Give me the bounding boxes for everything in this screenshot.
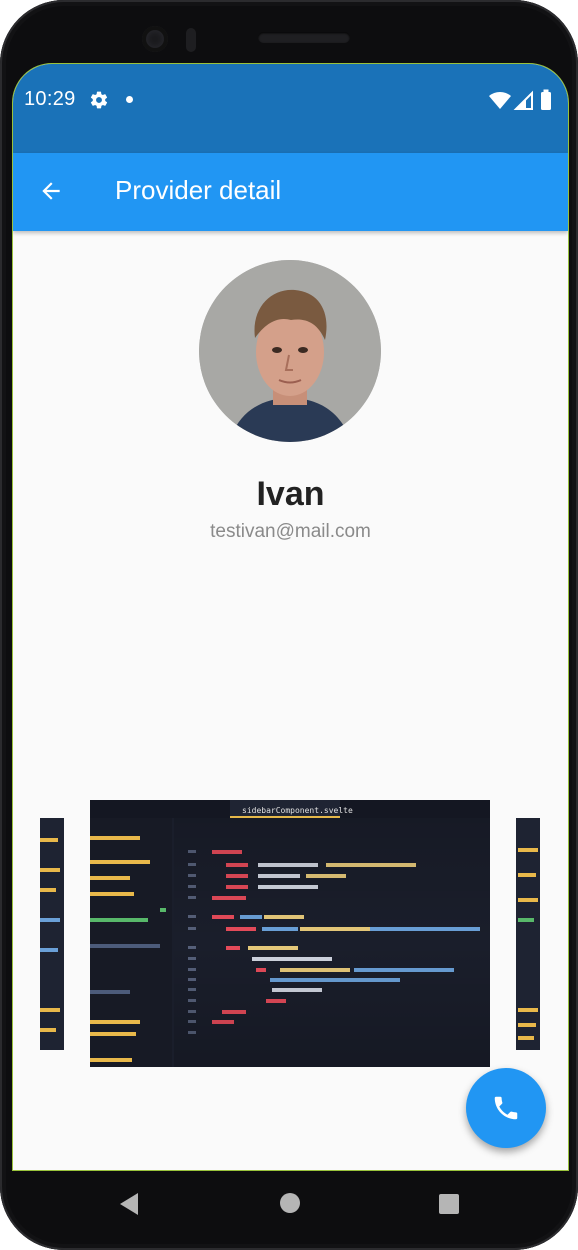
proximity-sensor xyxy=(186,28,196,52)
back-triangle-icon[interactable] xyxy=(118,1191,140,1217)
earpiece-speaker xyxy=(258,32,350,43)
status-time: 10:29 xyxy=(24,88,76,110)
app-bar: Provider detail xyxy=(13,153,568,231)
front-camera xyxy=(142,26,168,52)
home-circle-icon[interactable] xyxy=(279,1192,301,1214)
notification-dot xyxy=(126,96,133,103)
carousel-item-code-image[interactable]: sidebarComponent.svelte xyxy=(90,800,490,1067)
code-thumbnail-right xyxy=(516,818,540,1050)
arrow-back-icon xyxy=(42,182,60,200)
battery-icon xyxy=(541,92,551,110)
code-thumbnail-left xyxy=(40,818,64,1050)
app-screen: 10:29 Provider detail Ivan testivan@mail… xyxy=(12,63,569,1171)
status-icons xyxy=(489,89,551,110)
recents-square-icon[interactable] xyxy=(438,1193,460,1215)
call-button[interactable] xyxy=(466,1068,546,1148)
carousel-item-next[interactable] xyxy=(516,818,540,1050)
avatar xyxy=(199,260,381,442)
phone-icon xyxy=(494,1096,518,1120)
system-nav-bar xyxy=(0,1170,578,1250)
svg-text:sidebarComponent.svelte: sidebarComponent.svelte xyxy=(242,806,353,815)
code-screenshot: sidebarComponent.svelte xyxy=(90,800,490,1067)
status-bar: 10:29 xyxy=(13,64,568,153)
gear-icon xyxy=(90,91,108,109)
page-title: Provider detail xyxy=(115,175,282,205)
phone-frame: 10:29 Provider detail Ivan testivan@mail… xyxy=(0,0,578,1250)
carousel-item-prev[interactable] xyxy=(40,818,64,1050)
profile-photo xyxy=(199,260,381,442)
wifi-icon xyxy=(489,91,511,109)
provider-email: testivan@mail.com xyxy=(210,521,371,542)
back-button[interactable] xyxy=(29,169,73,213)
provider-name: Ivan xyxy=(256,475,325,513)
